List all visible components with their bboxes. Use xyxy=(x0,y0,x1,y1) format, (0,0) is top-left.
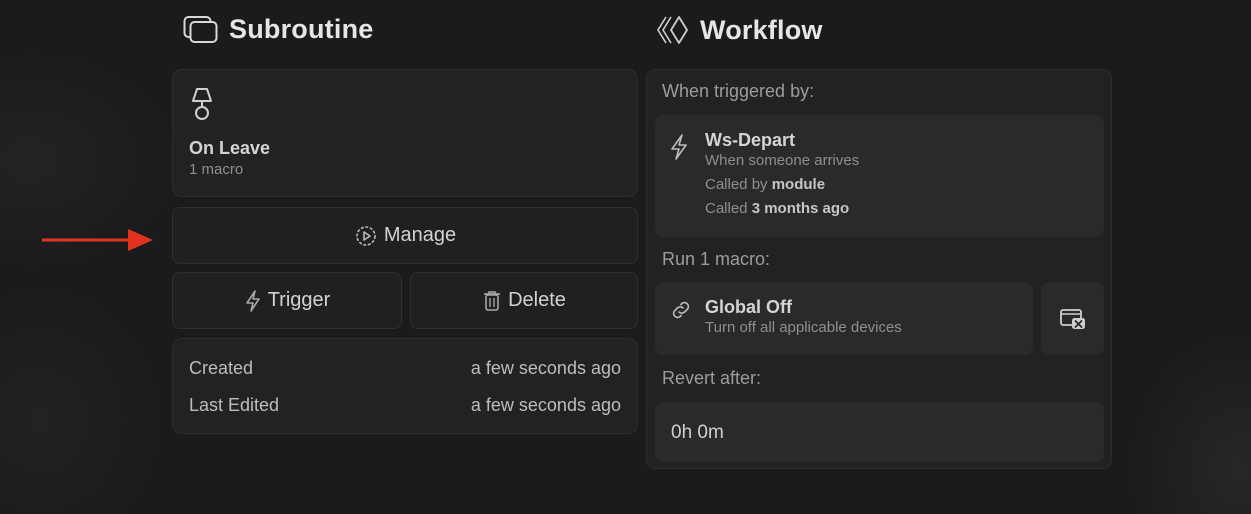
workflow-card: When triggered by: Ws-Depart When someon… xyxy=(646,69,1112,469)
manage-label: Manage xyxy=(383,224,457,246)
created-label: Created xyxy=(189,358,254,378)
trigger-label: Trigger xyxy=(267,289,331,311)
trigger-button[interactable]: Trigger xyxy=(172,272,402,329)
macro-description: Turn off all applicable devices xyxy=(705,319,902,336)
revert-section-label: Revert after: xyxy=(662,368,762,388)
subroutine-card[interactable]: On Leave 1 macro xyxy=(172,69,638,197)
lightning-icon xyxy=(245,289,260,312)
trigger-description: When someone arrives xyxy=(705,152,860,169)
link-icon xyxy=(672,301,690,319)
subroutine-meta: Created a few seconds ago Last Edited a … xyxy=(172,338,638,434)
trash-icon xyxy=(484,290,501,311)
trigger-name: Ws-Depart xyxy=(705,130,796,150)
trigger-called-by: Called by module xyxy=(705,176,826,193)
created-value: a few seconds ago xyxy=(470,358,621,378)
revert-duration-field[interactable]: 0h 0m xyxy=(655,402,1104,462)
trigger-item[interactable]: Ws-Depart When someone arrives Called by… xyxy=(655,115,1104,237)
gear-play-icon xyxy=(356,225,376,246)
workflow-title: Workflow xyxy=(700,14,823,45)
last-edited-label: Last Edited xyxy=(189,395,280,415)
subroutine-title: Subroutine xyxy=(229,14,374,44)
delete-label: Delete xyxy=(508,289,566,311)
manage-button[interactable]: Manage xyxy=(172,207,638,264)
workflow-header: Workflow xyxy=(656,14,823,46)
remove-window-icon xyxy=(1059,308,1085,329)
macro-name: Global Off xyxy=(705,297,792,317)
trigger-called-when: Called 3 months ago xyxy=(705,200,850,217)
macro-item[interactable]: Global Off Turn off all applicable devic… xyxy=(655,282,1033,355)
windows-stack-icon xyxy=(183,15,218,43)
remove-macro-button[interactable] xyxy=(1041,282,1104,355)
last-edited-value: a few seconds ago xyxy=(470,395,621,415)
subroutine-macro-count: 1 macro xyxy=(189,161,244,178)
subroutine-header: Subroutine xyxy=(183,14,374,45)
lightning-icon xyxy=(671,134,687,160)
subroutine-name: On Leave xyxy=(189,138,271,158)
delete-button[interactable]: Delete xyxy=(410,272,638,329)
diamond-chevrons-icon xyxy=(657,16,688,44)
annotation-arrow xyxy=(42,229,153,251)
lamp-icon xyxy=(192,88,212,120)
trigger-section-label: When triggered by: xyxy=(662,81,815,101)
revert-duration-value: 0h 0m xyxy=(671,422,724,443)
run-section-label: Run 1 macro: xyxy=(662,249,771,269)
